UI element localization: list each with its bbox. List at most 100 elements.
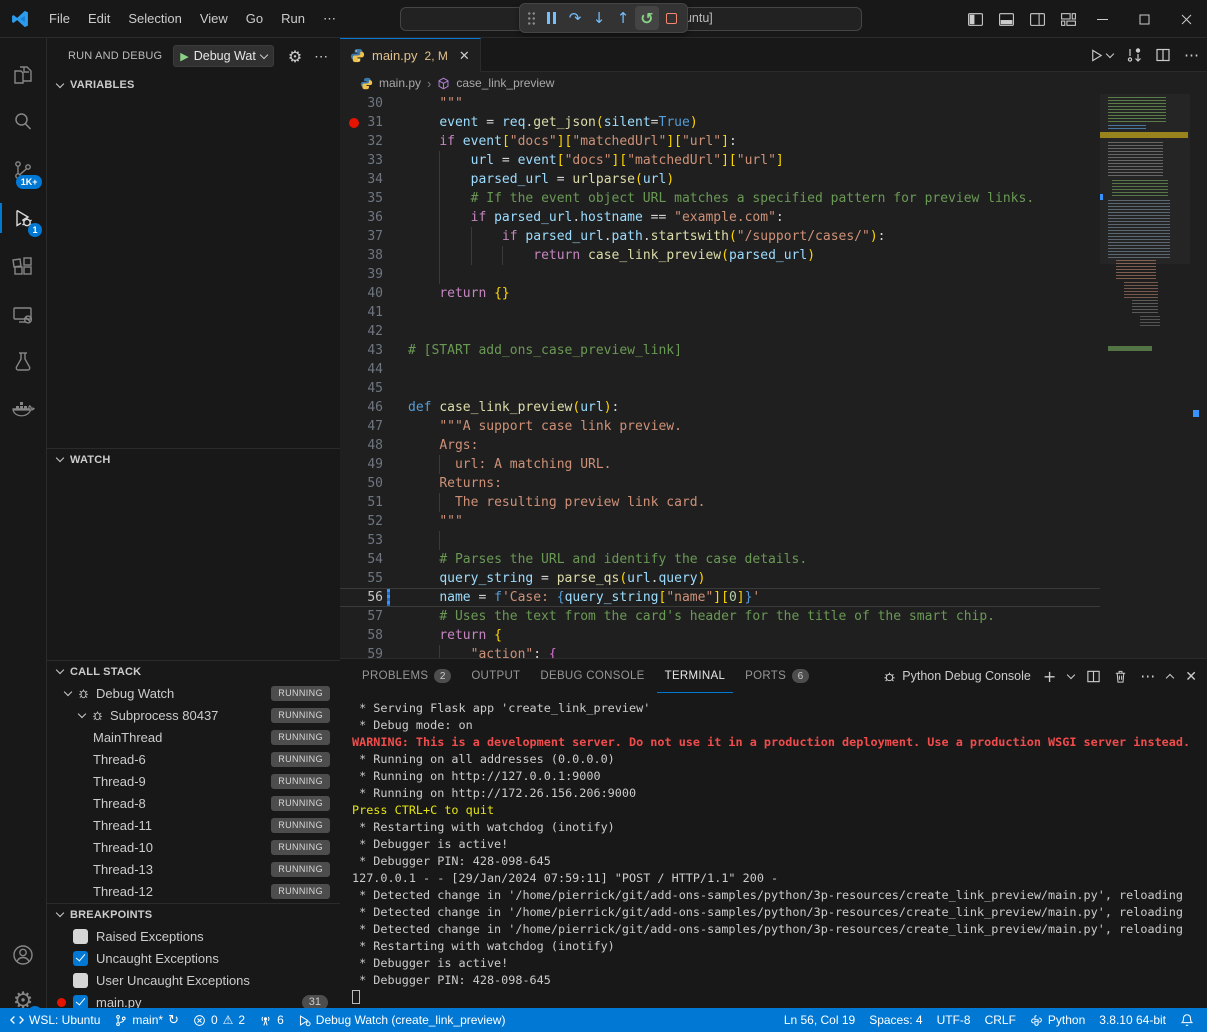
toggle-panel-icon[interactable] — [998, 11, 1015, 28]
git-branch-status[interactable]: main* ↻ — [107, 1008, 186, 1032]
run-and-debug-icon[interactable]: 1 — [0, 195, 46, 241]
testing-icon[interactable] — [0, 339, 46, 385]
gutter[interactable]: 58 — [340, 626, 408, 645]
step-into-icon[interactable]: ↓ — [587, 6, 611, 30]
breakpoint-checkbox[interactable] — [73, 929, 88, 944]
search-icon[interactable] — [0, 99, 46, 145]
menu-go[interactable]: Go — [237, 7, 272, 30]
gutter[interactable]: 49 — [340, 455, 408, 474]
code-line[interactable]: 41 — [340, 303, 1100, 322]
extensions-icon[interactable] — [0, 244, 46, 290]
chevron-down-icon[interactable] — [1106, 49, 1114, 57]
gutter[interactable]: 59 — [340, 645, 408, 658]
code-line[interactable]: 47 """A support case link preview. — [340, 417, 1100, 436]
menu-file[interactable]: File — [40, 7, 79, 30]
terminal-instance-label[interactable]: Python Debug Console — [882, 669, 1031, 684]
code-line[interactable]: 51 The resulting preview link card. — [340, 493, 1100, 512]
code-line[interactable]: 44 — [340, 360, 1100, 379]
code-line[interactable]: 45 — [340, 379, 1100, 398]
callstack-row[interactable]: Debug WatchRUNNING — [47, 682, 340, 704]
breakpoint-checkbox[interactable] — [73, 951, 88, 966]
maximize-panel-icon[interactable] — [1166, 673, 1174, 681]
editor-more-actions-icon[interactable]: ⋯ — [1184, 46, 1199, 64]
code-line[interactable]: 39 — [340, 265, 1100, 284]
callstack-row[interactable]: Thread-11RUNNING — [47, 814, 340, 836]
problems-status[interactable]: 0 ⚠ 2 — [186, 1008, 252, 1032]
gutter[interactable]: 52 — [340, 512, 408, 531]
code-line[interactable]: 43# [START add_ons_case_preview_link] — [340, 341, 1100, 360]
breakpoint-row[interactable]: Raised Exceptions — [47, 925, 340, 947]
chevron-down-icon[interactable] — [1067, 670, 1075, 678]
menu-run[interactable]: Run — [272, 7, 314, 30]
code-line[interactable]: 52 """ — [340, 512, 1100, 531]
customize-layout-icon[interactable] — [1060, 11, 1077, 28]
variables-section-header[interactable]: VARIABLES — [47, 74, 340, 96]
gutter[interactable]: 37 — [340, 227, 408, 246]
panel-tab-output[interactable]: OUTPUT — [463, 660, 528, 693]
gutter[interactable]: 43 — [340, 341, 408, 360]
notifications-bell[interactable] — [1173, 1008, 1201, 1032]
code-line[interactable]: 48 Args: — [340, 436, 1100, 455]
callstack-row[interactable]: MainThreadRUNNING — [47, 726, 340, 748]
code-line[interactable]: 49 url: A matching URL. — [340, 455, 1100, 474]
source-control-icon[interactable]: 1K+ — [0, 147, 46, 193]
gutter[interactable]: 30 — [340, 94, 408, 113]
call-stack-section-header[interactable]: CALL STACK — [47, 660, 340, 682]
ports-status[interactable]: 6 — [252, 1008, 291, 1032]
code-line[interactable]: 31 event = req.get_json(silent=True) — [340, 113, 1100, 132]
gutter[interactable]: 55 — [340, 569, 408, 588]
code-line[interactable]: 37 if parsed_url.path.startswith("/suppo… — [340, 227, 1100, 246]
callstack-row[interactable]: Thread-6RUNNING — [47, 748, 340, 770]
language-mode[interactable]: Python — [1023, 1008, 1092, 1032]
panel-more-actions-icon[interactable]: ⋯ — [1140, 667, 1155, 685]
breakpoint-row[interactable]: Uncaught Exceptions — [47, 947, 340, 969]
split-terminal-icon[interactable] — [1086, 669, 1101, 684]
code-line[interactable]: 46def case_link_preview(url): — [340, 398, 1100, 417]
run-python-file-button[interactable] — [1089, 48, 1113, 63]
gutter[interactable]: 50 — [340, 474, 408, 493]
run-or-debug-icon[interactable] — [1126, 47, 1142, 63]
toggle-secondary-sidebar-icon[interactable] — [1029, 11, 1046, 28]
watch-section-header[interactable]: WATCH — [47, 448, 340, 470]
explorer-icon[interactable] — [0, 52, 46, 98]
indentation-status[interactable]: Spaces: 4 — [862, 1008, 929, 1032]
gutter[interactable]: 35 — [340, 189, 408, 208]
terminal-output[interactable]: * Serving Flask app 'create_link_preview… — [340, 693, 1207, 1008]
remote-indicator[interactable]: WSL: Ubuntu — [0, 1008, 107, 1032]
gutter[interactable]: 38 — [340, 246, 408, 265]
sync-icon[interactable]: ↻ — [168, 1013, 179, 1028]
callstack-row[interactable]: Thread-9RUNNING — [47, 770, 340, 792]
callstack-row[interactable]: Thread-8RUNNING — [47, 792, 340, 814]
code-line[interactable]: 40 return {} — [340, 284, 1100, 303]
step-over-icon[interactable]: ↷ — [563, 6, 587, 30]
gutter[interactable]: 47 — [340, 417, 408, 436]
sidebar-more-actions-icon[interactable]: ⋯ — [314, 48, 329, 65]
kill-terminal-trash-icon[interactable] — [1113, 669, 1128, 684]
menu-view[interactable]: View — [191, 7, 237, 30]
pause-icon[interactable] — [539, 6, 563, 30]
code-line[interactable]: 30 """ — [340, 94, 1100, 113]
panel-tab-terminal[interactable]: TERMINAL — [657, 660, 734, 693]
gutter[interactable]: 40 — [340, 284, 408, 303]
gutter[interactable]: 39 — [340, 265, 408, 284]
eol-status[interactable]: CRLF — [978, 1008, 1023, 1032]
remote-explorer-icon[interactable] — [0, 292, 46, 338]
gutter[interactable]: 44 — [340, 360, 408, 379]
code-line[interactable]: 50 Returns: — [340, 474, 1100, 493]
gutter[interactable]: 34 — [340, 170, 408, 189]
gutter[interactable]: 53 — [340, 531, 408, 550]
menu-overflow-icon[interactable]: ⋯ — [314, 7, 345, 30]
gutter[interactable]: 45 — [340, 379, 408, 398]
gutter[interactable]: 51 — [340, 493, 408, 512]
breakpoint-checkbox[interactable] — [73, 995, 88, 1009]
gutter[interactable]: 56 — [340, 588, 408, 607]
breadcrumb-file[interactable]: main.py — [379, 76, 421, 90]
code-line[interactable]: 34 parsed_url = urlparse(url) — [340, 170, 1100, 189]
close-button[interactable] — [1165, 0, 1207, 38]
gutter[interactable]: 57 — [340, 607, 408, 626]
split-editor-icon[interactable] — [1155, 47, 1171, 63]
maximize-button[interactable] — [1123, 0, 1165, 38]
stop-icon[interactable] — [659, 6, 683, 30]
code-line[interactable]: 55 query_string = parse_qs(url.query) — [340, 569, 1100, 588]
debug-settings-gear-icon[interactable]: ⚙ — [288, 47, 302, 66]
